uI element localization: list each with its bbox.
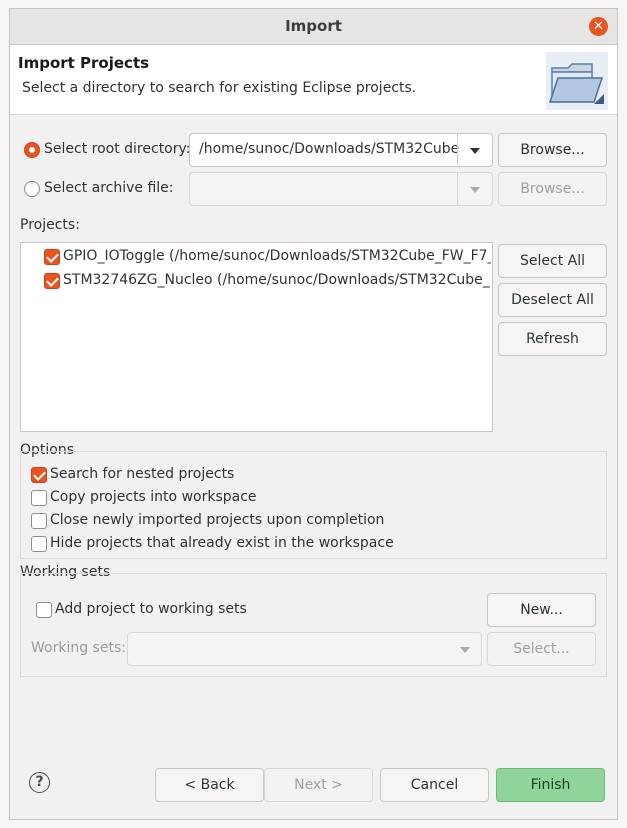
dialog-title: Import	[10, 9, 617, 45]
archive-file-combo[interactable]	[189, 172, 493, 206]
projects-label: Projects:	[20, 217, 80, 233]
browse-directory-button[interactable]: Browse...	[498, 133, 607, 167]
close-projects-label[interactable]: Close newly imported projects upon compl…	[50, 512, 384, 528]
root-directory-value[interactable]: /home/sunoc/Downloads/STM32Cube	[199, 141, 459, 157]
archive-file-dropdown[interactable]	[457, 173, 492, 205]
working-sets-field-label: Working sets:	[31, 640, 126, 656]
nested-projects-checkbox[interactable]	[31, 467, 47, 483]
chevron-down-icon	[470, 148, 480, 154]
projects-list[interactable]	[20, 242, 493, 432]
root-directory-combo[interactable]: /home/sunoc/Downloads/STM32Cube	[189, 133, 493, 167]
new-working-set-button[interactable]: New...	[487, 593, 596, 627]
refresh-button[interactable]: Refresh	[498, 322, 607, 356]
nested-projects-label[interactable]: Search for nested projects	[50, 466, 234, 482]
close-icon[interactable]: ✕	[589, 17, 608, 36]
next-button[interactable]: Next >	[264, 768, 373, 802]
close-projects-checkbox[interactable]	[31, 513, 47, 529]
archive-file-label: Select archive file:	[44, 180, 174, 196]
project-checkbox[interactable]	[44, 249, 60, 265]
root-directory-radio[interactable]	[24, 142, 40, 158]
back-button[interactable]: < Back	[155, 768, 264, 802]
chevron-down-icon	[470, 187, 480, 193]
copy-projects-checkbox[interactable]	[31, 490, 47, 506]
project-item[interactable]: GPIO_IOToggle (/home/sunoc/Downloads/STM…	[63, 248, 491, 264]
archive-file-radio[interactable]	[24, 181, 40, 197]
select-all-button[interactable]: Select All	[498, 244, 607, 278]
add-to-working-sets-checkbox[interactable]	[36, 602, 52, 618]
working-sets-combo[interactable]	[127, 632, 482, 666]
finish-button[interactable]: Finish	[496, 768, 605, 802]
help-icon[interactable]: ?	[29, 772, 50, 793]
wizard-description: Select a directory to search for existin…	[22, 80, 417, 96]
copy-projects-label[interactable]: Copy projects into workspace	[50, 489, 257, 505]
cancel-button[interactable]: Cancel	[380, 768, 489, 802]
project-item[interactable]: STM32746ZG_Nucleo (/home/sunoc/Downloads…	[63, 272, 491, 288]
browse-archive-button[interactable]: Browse...	[498, 172, 607, 206]
root-directory-dropdown[interactable]	[457, 134, 492, 166]
chevron-down-icon	[460, 647, 470, 653]
wizard-title: Import Projects	[18, 54, 150, 72]
add-to-working-sets-label[interactable]: Add project to working sets	[55, 601, 247, 617]
project-checkbox[interactable]	[44, 273, 60, 289]
select-working-sets-button[interactable]: Select...	[487, 632, 596, 666]
deselect-all-button[interactable]: Deselect All	[498, 283, 607, 317]
hide-projects-label[interactable]: Hide projects that already exist in the …	[50, 535, 394, 551]
hide-projects-checkbox[interactable]	[31, 536, 47, 552]
folder-icon	[544, 50, 610, 112]
root-directory-label: Select root directory:	[44, 141, 191, 157]
